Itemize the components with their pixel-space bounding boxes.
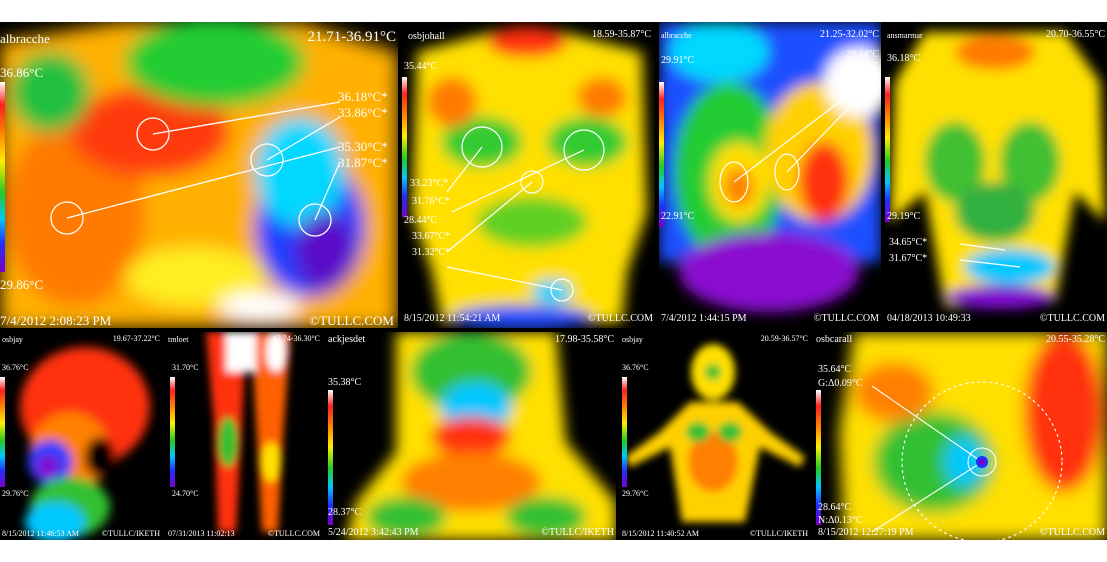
scale-min: 24.70°C [172, 489, 199, 498]
scale-max: 36.76°C [2, 363, 29, 372]
copyright: ©TULLC.COM [267, 529, 320, 538]
scale-min: 29.19°C [887, 211, 921, 222]
copyright: ©TULLC/IKETH [541, 527, 614, 538]
scale-max: 36.86°C [0, 65, 44, 80]
subject-name: osbjay [622, 335, 643, 344]
delta-label: N:Δ0.13°C [818, 515, 863, 526]
thermal-image [326, 332, 616, 540]
subject-name: ansmarmar [887, 31, 923, 40]
temperature-range: 20.59-36.57°C [760, 334, 808, 343]
temperature-range: 17.74-36.30°C [272, 334, 320, 343]
subject-name: ackjesdet [328, 334, 366, 345]
scale-max: 31.70°C [172, 363, 199, 372]
color-scale-bar [622, 377, 627, 487]
scale-min: 28.44°C [404, 215, 438, 226]
thermal-panel-9: osbcarall 20.55-35.28°C 35.64°C G:Δ0.09°… [814, 332, 1107, 540]
color-scale-bar [885, 77, 890, 222]
temperature-range: 20.70-36.55°C [1046, 29, 1105, 40]
timestamp: 5/24/2012 3:42:43 PM [328, 527, 419, 538]
thermal-image [402, 22, 655, 328]
scale-max: 29.91°C [661, 55, 695, 66]
temperature-range: 20.55-35.28°C [1046, 334, 1105, 345]
copyright: ©TULLC.COM [813, 313, 879, 324]
scale-max: 35.44°C [404, 61, 438, 72]
timestamp: 8/15/2012 11:40:52 AM [622, 529, 700, 538]
timestamp: 04/18/2013 10:49:33 [887, 313, 971, 324]
scale-min: 29.76°C [622, 489, 649, 498]
scale-min: 22.91°C [661, 211, 695, 222]
thermal-image [885, 22, 1107, 328]
thermal-panel-5: osbjay 19.67-37.22°C 36.76°C 29.76°C 8/1… [0, 332, 162, 540]
temperature-range: 17.98-35.58°C [555, 334, 614, 345]
color-scale-bar [0, 82, 5, 272]
scale-min: 28.64°C [818, 502, 852, 513]
thermal-image [814, 332, 1107, 540]
thermal-panel-2: osbjohall 18.59-35.87°C 35.44°C 28.44°C … [402, 22, 655, 328]
scale-min: 29.76°C [2, 489, 29, 498]
copyright: ©TULLC/IKETH [101, 529, 160, 538]
subject-name: osbcarall [816, 334, 853, 345]
color-scale-bar [170, 377, 175, 487]
timestamp: 8/15/2012 12:27:19 PM [818, 527, 914, 538]
subject-name: tmloet [168, 335, 189, 344]
scale-max: 35.38°C [328, 377, 362, 388]
timestamp: 07/31/2013 11:02:13 [168, 529, 235, 538]
thermal-panel-6: tmloet 17.74-36.30°C 31.70°C 24.70°C 07/… [166, 332, 322, 540]
copyright: ©TULLC.COM [1039, 313, 1105, 324]
temperature-range: 19.67-37.22°C [112, 334, 160, 343]
temperature-range: 18.59-35.87°C [592, 29, 651, 40]
timestamp: 8/15/2012 11:54:21 AM [404, 313, 501, 324]
marker-label: 33.86°C* [338, 105, 388, 120]
marker-label: 31.87°C* [338, 155, 388, 170]
marker-label: 31.67°C* [889, 253, 928, 264]
temperature-range: 21.25-32.02°C [820, 29, 879, 40]
color-scale-bar [659, 82, 664, 227]
scale-max: 35.64°C [818, 364, 852, 375]
subject-name: osbjay [2, 335, 23, 344]
marker-label: 36.18°C* [338, 89, 388, 104]
marker-label: 31.76°C* [412, 196, 451, 207]
temperature-range: 21.71-36.91°C [307, 29, 397, 45]
marker-label: 33.23°C* [410, 178, 449, 189]
copyright: ©TULLC.COM [587, 313, 653, 324]
thermal-panel-4: ansmarmar 20.70-36.55°C 36.18°C 29.19°C … [885, 22, 1107, 328]
marker-label: 35.30°C* [338, 139, 388, 154]
subject-name: osbjohall [408, 31, 445, 42]
copyright: ©TULLC.COM [309, 313, 394, 328]
thermal-panel-1: albracche 21.71-36.91°C 36.86°C 29.86°C … [0, 22, 398, 328]
timestamp: 7/4/2012 2:08:23 PM [0, 313, 112, 328]
marker-label: 28.44°C [845, 49, 879, 60]
marker-label: 34.65°C* [889, 237, 928, 248]
thermal-panel-7: ackjesdet 17.98-35.58°C 35.38°C 28.37°C … [326, 332, 616, 540]
color-scale-bar [0, 377, 5, 487]
scale-max: 36.76°C [622, 363, 649, 372]
scale-min: 28.37°C [328, 507, 362, 518]
timestamp: 8/15/2012 11:46:53 AM [2, 529, 80, 538]
thermal-image-collage: albracche 21.71-36.91°C 36.86°C 29.86°C … [0, 22, 1107, 540]
marker-label: 33.67°C* [412, 231, 451, 242]
marker-label: 31.32°C* [412, 247, 451, 258]
color-scale-bar [328, 390, 333, 525]
scale-max: 36.18°C [887, 53, 921, 64]
copyright: ©TULLC.COM [1039, 527, 1105, 538]
thermal-panel-8: osbjay 20.59-36.57°C 36.76°C 29.76°C 8/1… [620, 332, 810, 540]
thermal-panel-3: albracche 21.25-32.02°C 29.91°C 22.91°C … [659, 22, 881, 328]
subject-name: albracche [661, 31, 692, 40]
subject-name: albracche [0, 31, 50, 46]
copyright: ©TULLC/IKETH [749, 529, 808, 538]
scale-min: 29.86°C [0, 277, 44, 292]
delta-label: G:Δ0.09°C [818, 378, 863, 389]
timestamp: 7/4/2012 1:44:15 PM [661, 313, 747, 324]
marker-label: 28.29°C [845, 61, 879, 72]
thermal-image [0, 22, 398, 328]
color-scale-bar [402, 77, 407, 217]
